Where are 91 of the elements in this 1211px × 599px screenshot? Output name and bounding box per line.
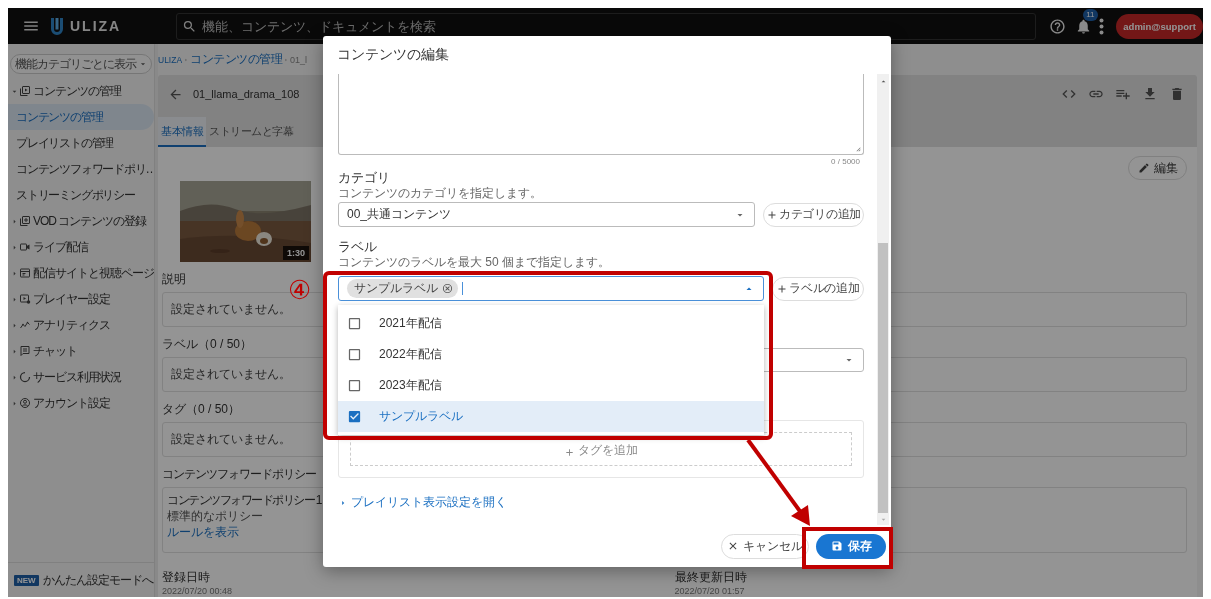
nav-label: チャット xyxy=(33,342,77,360)
add-box-icon xyxy=(19,215,31,227)
breadcrumb-current: 01_l xyxy=(290,54,308,65)
field-hint: コンテンツのラベルを最大 50 個まで指定します。 xyxy=(338,255,610,269)
scrollbar[interactable] xyxy=(877,74,889,525)
user-button[interactable]: admin@support xyxy=(1116,13,1203,39)
play-box-icon xyxy=(19,85,31,97)
account-circle-icon xyxy=(19,397,31,409)
breadcrumb-link[interactable]: ULIZA xyxy=(158,54,183,65)
notification-badge: 11 xyxy=(1083,8,1098,21)
checkbox[interactable] xyxy=(347,378,362,393)
checkbox[interactable] xyxy=(347,347,362,362)
nav-label: VOD コンテンツの登録 xyxy=(33,212,147,230)
label-chip[interactable]: サンプルラベル xyxy=(347,279,458,298)
nav-label: アナリティクス xyxy=(33,316,110,334)
nav-subitem[interactable]: コンテンツフォワードポリ… xyxy=(8,156,154,182)
ring-icon xyxy=(19,371,31,383)
nav-item[interactable]: アナリティクス xyxy=(8,312,154,338)
label-option[interactable]: サンプルラベル xyxy=(338,401,764,432)
nav-item[interactable]: プレイヤー設定 xyxy=(8,286,154,312)
date-value: 2022/07/20 00:48 xyxy=(162,586,233,596)
nav-item[interactable]: ライブ配信 xyxy=(8,234,154,260)
view-toggle[interactable]: 機能カテゴリごとに表示 xyxy=(10,54,152,74)
help-icon xyxy=(1049,17,1067,35)
player-gear-icon xyxy=(19,293,31,305)
add-label-button[interactable]: ラベルの追加 xyxy=(772,276,864,301)
content-title: 01_llama_drama_108 xyxy=(193,88,301,100)
nav-item[interactable]: チャット xyxy=(8,338,154,364)
character-counter: 0 / 5000 xyxy=(831,157,860,166)
policy-description: 標準的なポリシー xyxy=(167,510,263,523)
chat-icon xyxy=(19,345,31,357)
date-label: 最終更新日時 xyxy=(674,571,747,584)
video-camera-icon xyxy=(19,241,31,253)
pencil-icon xyxy=(1137,162,1150,174)
date-value: 2022/07/20 01:57 xyxy=(674,586,745,596)
checkbox[interactable] xyxy=(347,316,362,331)
search-field[interactable]: 機能、コンテンツ、ドキュメントを検索 xyxy=(176,12,1037,40)
nav-item[interactable]: アカウント設定 xyxy=(8,390,154,416)
plus-icon xyxy=(564,447,575,458)
label-select[interactable]: サンプルラベル xyxy=(338,276,764,301)
nav-subitem[interactable]: ストリーミングポリシー xyxy=(8,182,154,208)
playlist-settings-toggle[interactable]: プレイリスト表示設定を開く xyxy=(338,494,507,511)
field-label: ラベル xyxy=(338,239,377,254)
field-label: カテゴリ xyxy=(338,170,390,185)
field-label: ラベル（0 / 50） xyxy=(162,338,253,351)
save-button[interactable]: 保存 xyxy=(816,533,886,559)
duration-badge: 1:30 xyxy=(283,246,309,260)
save-icon xyxy=(830,540,843,552)
download-icon xyxy=(1142,86,1158,102)
line-chart-icon xyxy=(19,319,31,331)
field-label: タグ（0 / 50） xyxy=(162,403,241,416)
add-tag-label: タグを追加 xyxy=(578,442,638,459)
more-icon xyxy=(1099,17,1105,35)
field-label: 説明 xyxy=(162,273,186,286)
nav-label: コンテンツの管理 xyxy=(33,82,121,100)
category-select[interactable]: 00_共通コンテンツ xyxy=(338,202,755,227)
policy-name: コンテンツフォワードポリシー 1 xyxy=(167,494,321,507)
nav-label: ライブ配信 xyxy=(33,238,88,256)
scrollbar-thumb[interactable] xyxy=(878,243,888,513)
logo-icon xyxy=(50,17,64,35)
nav-item[interactable]: VOD コンテンツの登録 xyxy=(8,208,154,234)
logo-text: ULIZA xyxy=(70,18,122,34)
nav-label: プレイヤー設定 xyxy=(33,290,110,308)
checkbox[interactable] xyxy=(347,409,362,424)
browser-window-icon xyxy=(19,267,31,279)
nav-subitem[interactable]: コンテンツの管理 xyxy=(8,104,154,130)
trash-icon xyxy=(1169,86,1185,102)
date-label: 登録日時 xyxy=(162,571,210,584)
nav-subitem[interactable]: プレイリストの管理 xyxy=(8,130,154,156)
edit-button[interactable]: 編集 xyxy=(1128,156,1187,180)
text-cursor xyxy=(462,282,463,295)
close-icon xyxy=(727,540,739,552)
nav-item[interactable]: 配信サイトと視聴ページ xyxy=(8,260,154,286)
nav-label: 配信サイトと視聴ページ xyxy=(33,264,154,282)
tab[interactable]: 基本情報 xyxy=(158,117,206,147)
field-label: コンテンツフォワードポリシー xyxy=(162,468,316,481)
simple-mode-link[interactable]: かんたん設定モードへ xyxy=(42,571,153,589)
description-field[interactable] xyxy=(338,74,864,155)
nav-label: サービス利用状況 xyxy=(33,368,121,386)
nav-item[interactable]: サービス利用状況 xyxy=(8,364,154,390)
dialog-title: コンテンツの編集 xyxy=(336,45,450,64)
add-category-button[interactable]: カテゴリの追加 xyxy=(763,202,864,227)
option-label: サンプルラベル xyxy=(379,408,463,425)
tab[interactable]: ストリームと字幕 xyxy=(206,117,296,147)
option-label: 2023年配信 xyxy=(379,377,442,394)
breadcrumb-link[interactable]: コンテンツの管理 xyxy=(190,51,283,68)
new-badge: NEW xyxy=(14,574,39,586)
nav-label: アカウント設定 xyxy=(33,394,110,412)
rules-link[interactable]: ルールを表示 xyxy=(167,526,239,539)
field-hint: コンテンツのカテゴリを指定します。 xyxy=(338,186,542,200)
nav-item[interactable]: コンテンツの管理 xyxy=(8,78,154,104)
